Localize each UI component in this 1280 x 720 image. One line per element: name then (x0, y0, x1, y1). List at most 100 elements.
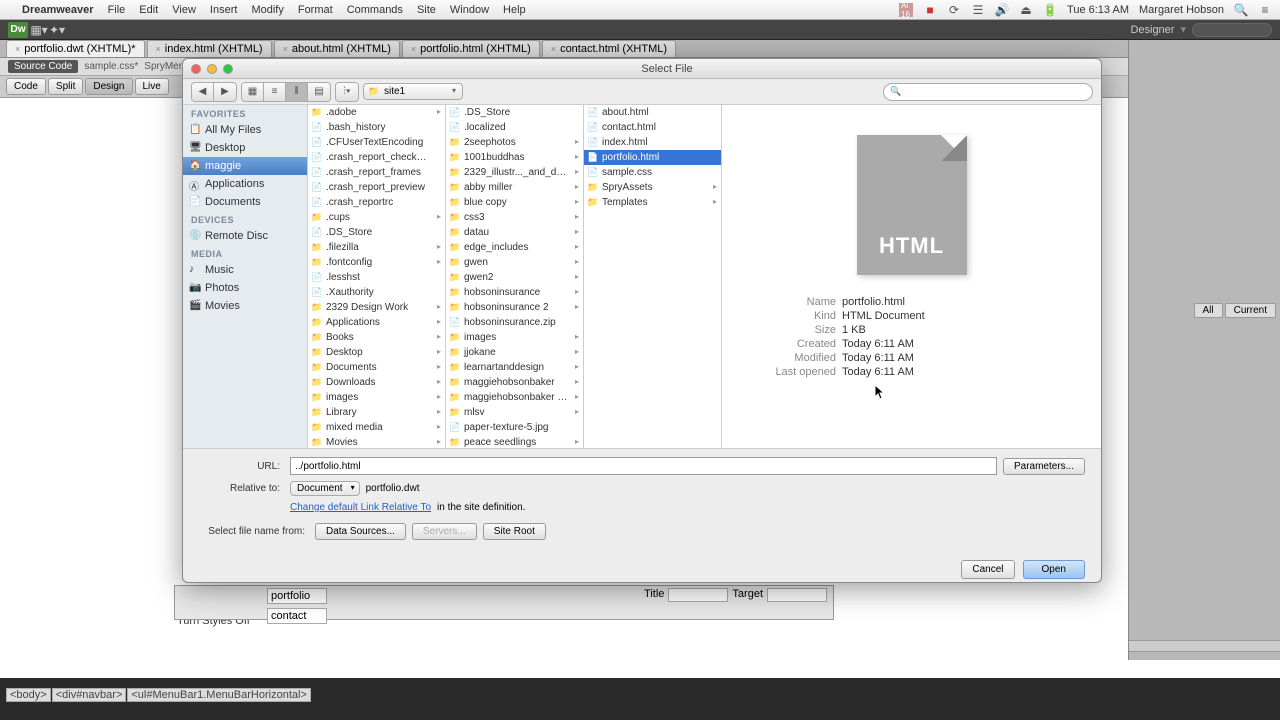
file-item[interactable]: 1001buddhas (446, 150, 583, 165)
datasources-button[interactable]: Data Sources... (315, 523, 406, 540)
menu-view[interactable]: View (172, 4, 196, 16)
clock[interactable]: Tue 6:13 AM (1067, 4, 1129, 16)
target-input[interactable] (767, 588, 827, 602)
doc-tab[interactable]: ×index.html (XHTML) (147, 40, 272, 57)
view-live[interactable]: Live (135, 78, 169, 95)
file-item[interactable]: SpryAssets (584, 180, 721, 195)
file-item[interactable]: .fontconfig (308, 255, 445, 270)
close-icon[interactable]: × (551, 44, 556, 54)
menu-site[interactable]: Site (417, 4, 436, 16)
workspace-selector[interactable]: Designer (1130, 24, 1174, 36)
open-button[interactable]: Open (1023, 560, 1085, 579)
file-item[interactable]: 2329 Design Work (308, 300, 445, 315)
close-icon[interactable] (191, 64, 201, 74)
file-item[interactable]: gwen2 (446, 270, 583, 285)
file-item[interactable]: .crash_reportrc (308, 195, 445, 210)
file-item[interactable]: Downloads (308, 375, 445, 390)
menu-file[interactable]: File (108, 4, 126, 16)
app-search[interactable] (1192, 23, 1272, 37)
tab-all[interactable]: All (1194, 303, 1223, 318)
tag[interactable]: <body> (6, 688, 51, 702)
file-item[interactable]: edge_includes (446, 240, 583, 255)
menu-help[interactable]: Help (503, 4, 526, 16)
view-code[interactable]: Code (6, 78, 46, 95)
minimize-icon[interactable] (207, 64, 217, 74)
menu-insert[interactable]: Insert (210, 4, 238, 16)
file-item[interactable]: hobsoninsurance (446, 285, 583, 300)
file-item[interactable]: .Xauthority (308, 285, 445, 300)
file-item[interactable]: Applications (308, 315, 445, 330)
doc-tab[interactable]: ×portfolio.dwt (XHTML)* (6, 40, 145, 57)
tag[interactable]: <div#navbar> (52, 688, 127, 702)
file-item[interactable]: gwen (446, 255, 583, 270)
rec-icon[interactable]: ■ (923, 3, 937, 17)
sidebar-item[interactable]: Remote Disc (183, 227, 307, 245)
file-item[interactable]: .lesshst (308, 270, 445, 285)
file-item[interactable]: .crash_report_checksum (308, 150, 445, 165)
file-item[interactable]: jjokane (446, 345, 583, 360)
file-item[interactable]: hobsoninsurance 2 (446, 300, 583, 315)
zoom-icon[interactable] (223, 64, 233, 74)
spotlight-icon[interactable]: 🔍 (1234, 3, 1248, 17)
sidebar-item[interactable]: Movies (183, 297, 307, 315)
file-item[interactable]: mixed media (308, 420, 445, 435)
ai-icon[interactable]: Ai 16 (899, 3, 913, 17)
coverflow-view[interactable]: ▤ (308, 83, 330, 101)
file-item[interactable]: .DS_Store (446, 105, 583, 120)
tag[interactable]: <ul#MenuBar1.MenuBarHorizontal> (127, 688, 311, 702)
sidebar-item[interactable]: maggie (183, 157, 307, 175)
title-input[interactable] (668, 588, 728, 602)
file-item[interactable]: Books (308, 330, 445, 345)
url-input[interactable] (290, 457, 997, 475)
sidebar-item[interactable]: Music (183, 261, 307, 279)
menu-icon[interactable]: ☰ (971, 3, 985, 17)
doc-tab[interactable]: ×portfolio.html (XHTML) (402, 40, 540, 57)
file-item[interactable]: index.html (584, 135, 721, 150)
dialog-titlebar[interactable]: Select File (183, 59, 1101, 79)
file-item[interactable]: learnartanddesign (446, 360, 583, 375)
file-item[interactable]: contact.html (584, 120, 721, 135)
column-view[interactable]: ⫴ (286, 83, 308, 101)
file-item[interactable]: .crash_report_preview (308, 180, 445, 195)
cancel-button[interactable]: Cancel (961, 560, 1014, 579)
file-item[interactable]: .bash_history (308, 120, 445, 135)
menu-edit[interactable]: Edit (139, 4, 158, 16)
doc-tab[interactable]: ×about.html (XHTML) (274, 40, 400, 57)
app-name[interactable]: Dreamweaver (22, 4, 94, 16)
file-item[interactable]: Library (308, 405, 445, 420)
file-item[interactable]: images (308, 390, 445, 405)
parameters-button[interactable]: Parameters... (1003, 458, 1085, 475)
file-item[interactable]: .DS_Store (308, 225, 445, 240)
file-item[interactable]: .CFUserTextEncoding (308, 135, 445, 150)
view-split[interactable]: Split (48, 78, 83, 95)
close-icon[interactable]: × (283, 44, 288, 54)
notif-icon[interactable]: ≡ (1258, 3, 1272, 17)
source-code-btn[interactable]: Source Code (8, 60, 78, 73)
file-item[interactable]: Documents (308, 360, 445, 375)
sidebar-item[interactable]: Applications (183, 175, 307, 193)
file-item[interactable]: maggiehobsonbaker (446, 375, 583, 390)
layout-icon[interactable]: ▦▾ (32, 23, 46, 37)
file-item[interactable]: .filezilla (308, 240, 445, 255)
file-item[interactable]: images (446, 330, 583, 345)
file-item[interactable]: Desktop (308, 345, 445, 360)
servers-button[interactable]: Servers... (412, 523, 477, 540)
file-item[interactable]: .adobe (308, 105, 445, 120)
extend-icon[interactable]: ✦▾ (50, 23, 64, 37)
path-selector[interactable]: site1 (363, 83, 463, 100)
view-design[interactable]: Design (85, 78, 132, 95)
icon-view[interactable]: ▦ (242, 83, 264, 101)
change-link[interactable]: Change default Link Relative To (290, 502, 431, 513)
file-item[interactable]: abby miller (446, 180, 583, 195)
bat-icon[interactable]: 🔋 (1043, 3, 1057, 17)
menu-commands[interactable]: Commands (347, 4, 403, 16)
list-view[interactable]: ≡ (264, 83, 286, 101)
related-file[interactable]: sample.css* (84, 61, 138, 72)
user-name[interactable]: Margaret Hobson (1139, 4, 1224, 16)
search-input[interactable] (883, 83, 1093, 101)
file-item[interactable]: blue copy (446, 195, 583, 210)
vol-icon[interactable]: 🔊 (995, 3, 1009, 17)
siteroot-button[interactable]: Site Root (483, 523, 546, 540)
tab-current[interactable]: Current (1225, 303, 1276, 318)
sidebar-item[interactable]: Documents (183, 193, 307, 211)
